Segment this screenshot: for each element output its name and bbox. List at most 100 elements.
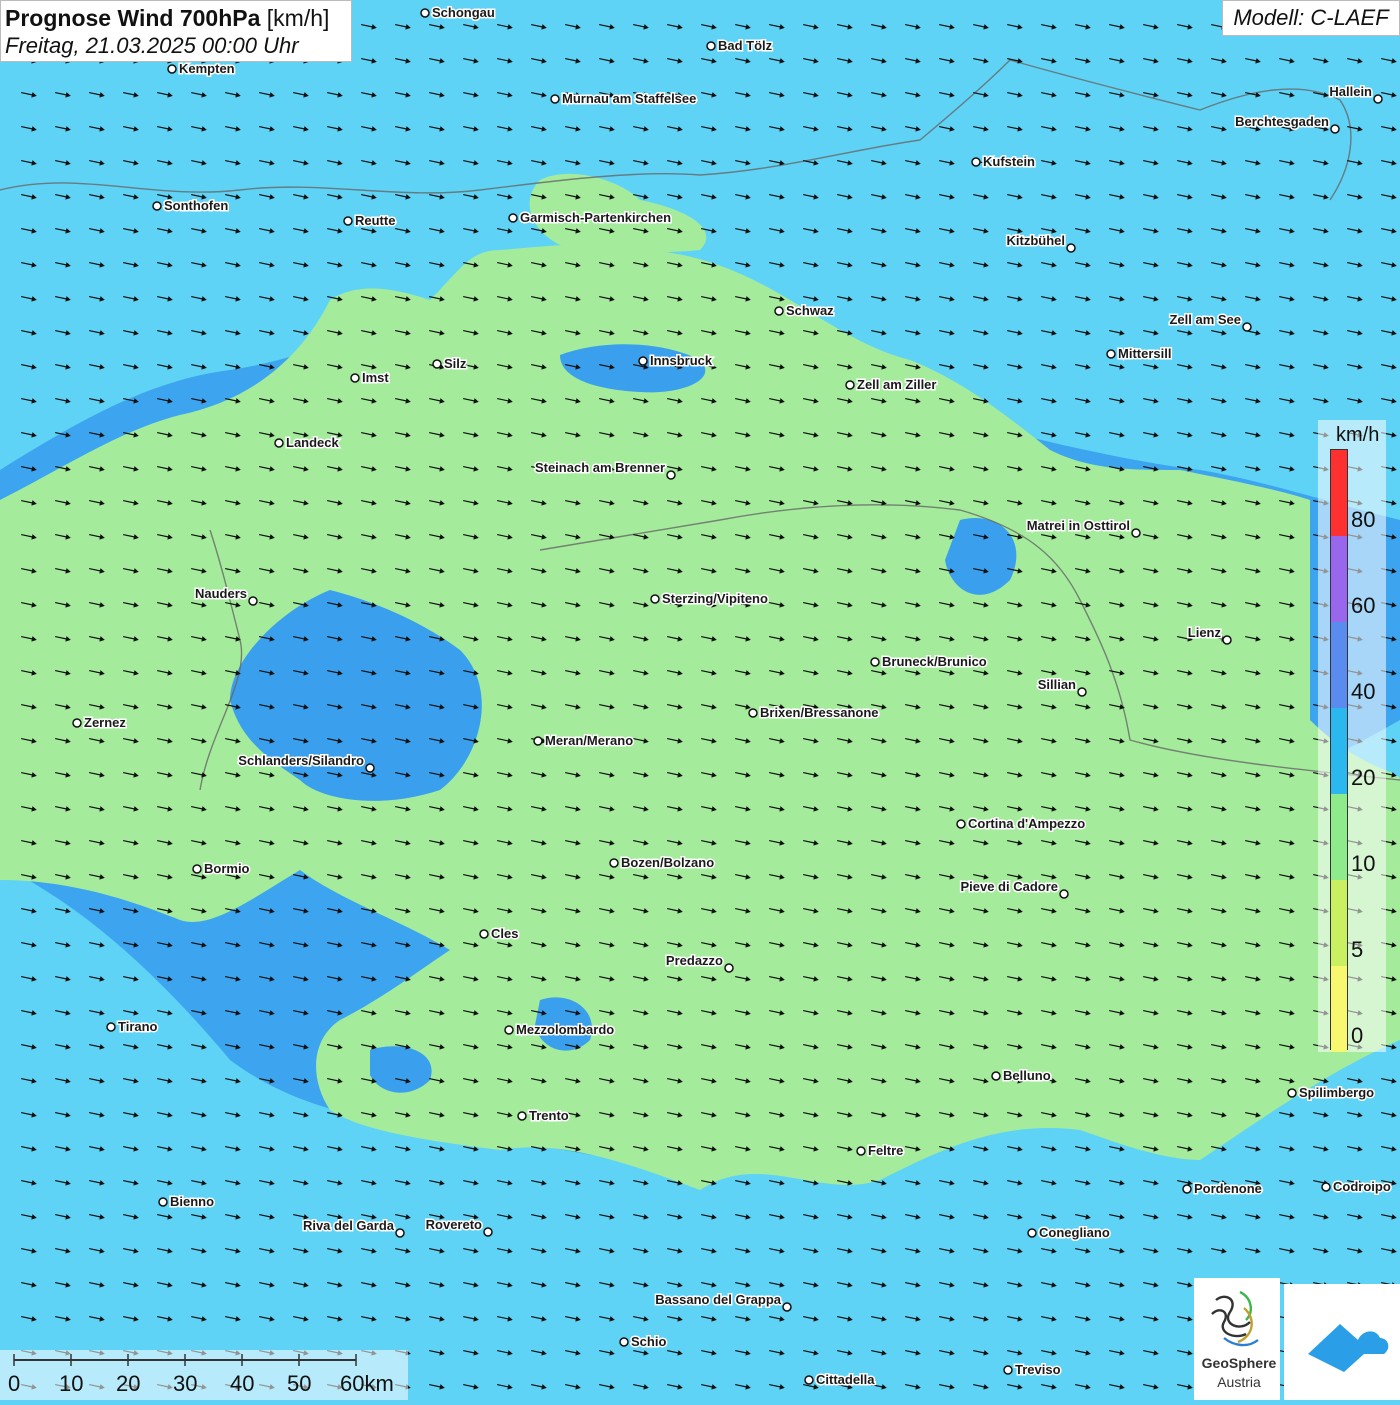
city-dot <box>365 763 375 773</box>
legend-segment <box>1331 622 1347 708</box>
scale-label: 20 <box>116 1371 141 1396</box>
city-label: Rovereto <box>426 1217 482 1232</box>
scale-label: 30 <box>173 1371 198 1396</box>
map-subtitle: Freitag, 21.03.2025 00:00 Uhr <box>5 33 299 58</box>
city-dot <box>533 736 543 746</box>
city-dot <box>724 963 734 973</box>
city-dot <box>1131 528 1141 538</box>
city-marker[interactable]: Conegliano <box>1027 1224 1111 1242</box>
city-label: Meran/Merano <box>545 733 633 748</box>
city-marker[interactable]: Bruneck/Brunico <box>870 653 988 671</box>
city-marker[interactable]: Innsbruck <box>638 352 714 370</box>
city-label: Predazzo <box>666 953 723 968</box>
city-dot <box>666 470 676 480</box>
legend-segment <box>1331 794 1347 880</box>
map-title-unit: [km/h] <box>260 5 330 31</box>
city-label: Berchtesgaden <box>1235 114 1329 129</box>
city-dot <box>72 718 82 728</box>
city-marker[interactable]: Murnau am Staffelsee <box>550 90 698 108</box>
city-label: Innsbruck <box>650 353 713 368</box>
legend-segment <box>1331 536 1347 622</box>
city-dot <box>971 157 981 167</box>
city-dot <box>706 41 716 51</box>
city-label: Schwaz <box>786 303 834 318</box>
city-marker[interactable]: Sonthofen <box>152 197 230 215</box>
city-dot <box>991 1071 1001 1081</box>
city-marker[interactable]: Meran/Merano <box>533 732 635 750</box>
city-dot <box>638 356 648 366</box>
city-label: Reutte <box>355 213 395 228</box>
model-label: Modell: C-LAEF <box>1222 0 1400 36</box>
city-marker[interactable]: Cortina d'Ampezzo <box>956 815 1087 833</box>
city-dot <box>1027 1228 1037 1238</box>
city-marker[interactable]: Schongau <box>420 4 496 22</box>
city-label: Cittadella <box>816 1372 875 1387</box>
city-dot <box>1182 1184 1192 1194</box>
city-dot <box>152 201 162 211</box>
legend-label: 80 <box>1351 507 1376 532</box>
city-dot <box>167 64 177 74</box>
legend-segment <box>1331 880 1347 966</box>
city-marker[interactable]: Garmisch-Partenkirchen <box>508 209 673 227</box>
city-label: Kempten <box>179 61 235 76</box>
legend-label: 20 <box>1351 765 1376 790</box>
city-marker[interactable]: Sterzing/Vipiteno <box>650 590 769 608</box>
city-dot <box>1003 1365 1013 1375</box>
city-marker[interactable]: Zell am Ziller <box>845 376 938 394</box>
city-dot <box>517 1111 527 1121</box>
city-marker[interactable]: Brixen/Bressanone <box>748 704 880 722</box>
city-dot <box>479 929 489 939</box>
city-dot <box>395 1228 405 1238</box>
city-label: Matrei in Osttirol <box>1027 518 1130 533</box>
city-label: Schongau <box>432 5 495 20</box>
city-dot <box>508 213 518 223</box>
city-marker[interactable]: Codroipo <box>1321 1178 1392 1196</box>
city-label: Sonthofen <box>164 198 228 213</box>
city-label: Codroipo <box>1333 1179 1391 1194</box>
city-label: Lienz <box>1188 625 1222 640</box>
city-label: Zell am See <box>1169 312 1241 327</box>
city-dot <box>1059 889 1069 899</box>
city-label: Garmisch-Partenkirchen <box>520 210 671 225</box>
city-label: Belluno <box>1003 1068 1051 1083</box>
city-label: Imst <box>362 370 389 385</box>
city-label: Cles <box>491 926 518 941</box>
city-label: Bienno <box>170 1194 214 1209</box>
city-label: Nauders <box>195 586 247 601</box>
city-dot <box>504 1025 514 1035</box>
city-dot <box>420 8 430 18</box>
city-dot <box>956 819 966 829</box>
city-dot <box>483 1227 493 1237</box>
city-label: Tirano <box>118 1019 158 1034</box>
city-label: Murnau am Staffelsee <box>562 91 696 106</box>
city-dot <box>106 1022 116 1032</box>
city-dot <box>774 306 784 316</box>
city-marker[interactable]: Mezzolombardo <box>504 1021 616 1039</box>
city-dot <box>1321 1182 1331 1192</box>
city-label: Schlanders/Silandro <box>238 753 364 768</box>
city-dot <box>782 1302 792 1312</box>
city-label: Pordenone <box>1194 1181 1262 1196</box>
city-marker[interactable]: Spilimbergo <box>1287 1084 1376 1102</box>
city-dot <box>1287 1088 1297 1098</box>
city-label: Steinach am Brenner <box>535 460 665 475</box>
city-label: Bruneck/Brunico <box>882 654 987 669</box>
legend-label: 40 <box>1351 679 1376 704</box>
legend-color-bar <box>1330 449 1348 1052</box>
city-label: Zell am Ziller <box>857 377 936 392</box>
city-label: Treviso <box>1015 1362 1061 1377</box>
wind-map[interactable]: Schongau Bad Tölz Kempten Murnau am Staffel… <box>0 0 1400 1400</box>
city-label: Bassano del Grappa <box>655 1292 781 1307</box>
geosphere-country: Austria <box>1217 1374 1261 1390</box>
city-dot <box>343 216 353 226</box>
city-label: Bad Tölz <box>718 38 773 53</box>
city-dot <box>1066 243 1076 253</box>
legend-label: 10 <box>1351 851 1376 876</box>
city-label: Feltre <box>868 1143 903 1158</box>
city-marker[interactable]: Cittadella <box>804 1371 877 1389</box>
city-label: Mezzolombardo <box>516 1022 614 1037</box>
city-dot <box>1373 94 1383 104</box>
city-label: Brixen/Bressanone <box>760 705 879 720</box>
city-marker[interactable]: Bozen/Bolzano <box>609 854 716 872</box>
city-marker[interactable]: Pordenone <box>1182 1180 1263 1198</box>
